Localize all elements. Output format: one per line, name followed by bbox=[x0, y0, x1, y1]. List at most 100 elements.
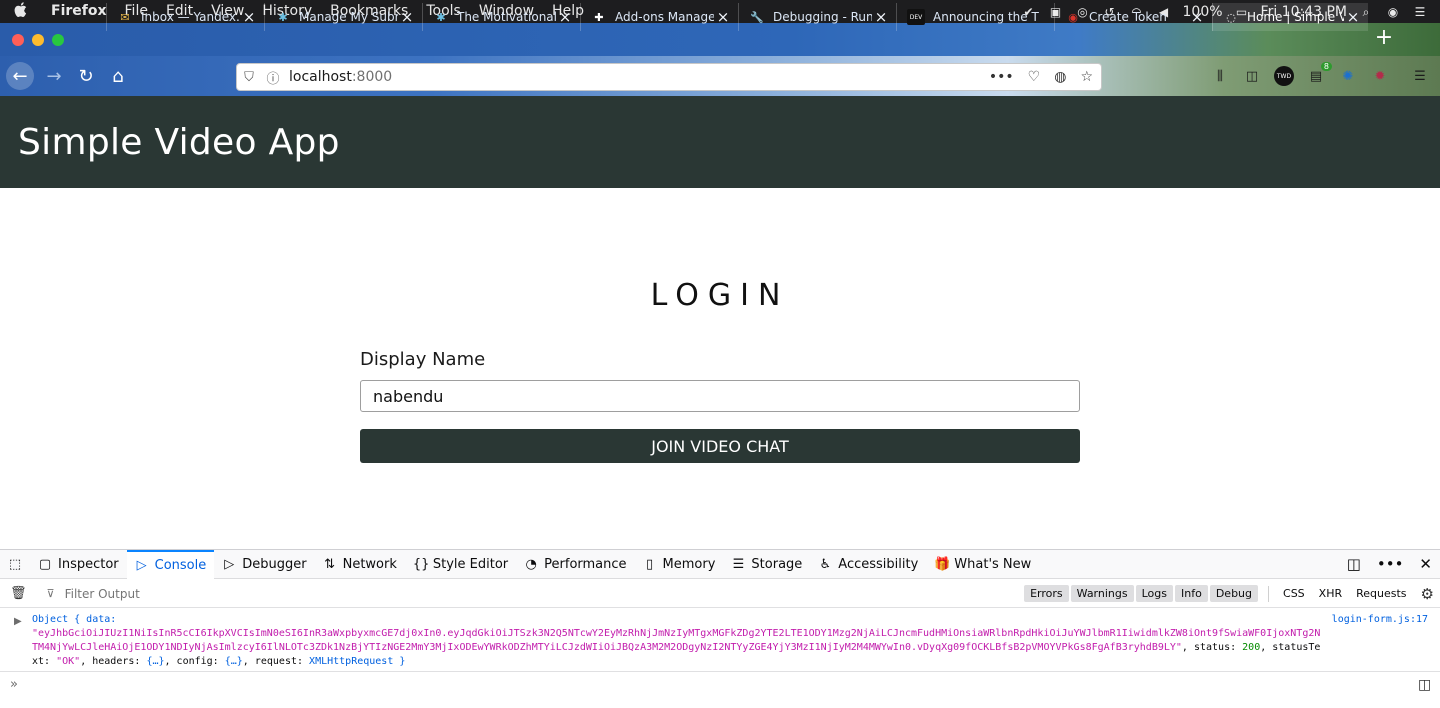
dev-logo-icon: DEV bbox=[907, 9, 925, 25]
performance-icon: ◔ bbox=[525, 556, 537, 572]
minimize-window-button[interactable] bbox=[32, 34, 44, 46]
devtools-toolbar-actions: ◫ ••• ✕ bbox=[1347, 555, 1440, 573]
filter-output-input[interactable] bbox=[64, 586, 365, 601]
element-picker-button[interactable]: ⬚ bbox=[0, 550, 30, 579]
console-input-prompt[interactable]: » bbox=[10, 677, 18, 692]
url-port: :8000 bbox=[351, 69, 393, 85]
tab-create-token[interactable]: ◉ Create Token × bbox=[1054, 3, 1212, 31]
console-settings-gear-icon[interactable]: ⚙ bbox=[1421, 585, 1434, 603]
tab-label: The Motivational T bbox=[457, 10, 556, 24]
tab-debugging-runtime[interactable]: 🔧 Debugging - Runti × bbox=[738, 3, 896, 31]
apple-icon[interactable] bbox=[14, 2, 42, 21]
filter-divider bbox=[1268, 585, 1270, 602]
console-message[interactable]: Object { data: "eyJhbGciOiJIUzI1NiIsInR5… bbox=[32, 613, 1322, 669]
bug-extension-icon[interactable]: ✹ bbox=[1370, 66, 1390, 86]
tab-motivational[interactable]: ✱ The Motivational T × bbox=[422, 3, 580, 31]
filter-warnings[interactable]: Warnings bbox=[1070, 585, 1134, 602]
url-text[interactable]: localhost:8000 bbox=[289, 69, 392, 85]
close-tab-icon[interactable]: × bbox=[240, 8, 258, 26]
pocket-icon[interactable]: ♡ bbox=[1028, 69, 1041, 85]
filter-debug[interactable]: Debug bbox=[1209, 585, 1259, 602]
forward-button[interactable]: → bbox=[40, 62, 68, 90]
sidebar-icon[interactable]: ◫ bbox=[1242, 66, 1262, 86]
log-config-value: {…} bbox=[224, 656, 243, 667]
tab-memory[interactable]: ▯ Memory bbox=[635, 550, 724, 579]
notification-center-icon[interactable]: ☰ bbox=[1412, 5, 1428, 19]
zoom-window-button[interactable] bbox=[52, 34, 64, 46]
tab-label: Debugger bbox=[242, 556, 307, 572]
tab-network[interactable]: ⇅ Network bbox=[315, 550, 405, 579]
close-tab-icon[interactable]: × bbox=[1344, 8, 1362, 26]
log-request-value: XMLHttpRequest } bbox=[309, 656, 406, 667]
join-video-chat-button[interactable]: JOIN VIDEO CHAT bbox=[360, 429, 1080, 463]
back-button[interactable]: ← bbox=[6, 62, 34, 90]
gift-icon: 🎁 bbox=[934, 556, 951, 572]
log-source-link[interactable]: login-form.js:17 bbox=[1332, 613, 1428, 627]
shield-icon[interactable]: ⛉ bbox=[237, 70, 261, 85]
info-icon[interactable]: ⓘ bbox=[261, 68, 285, 87]
filter-css[interactable]: CSS bbox=[1277, 585, 1311, 602]
trash-icon[interactable]: 🗑 bbox=[10, 586, 27, 601]
tab-whats-new[interactable]: 🎁 What's New bbox=[926, 550, 1039, 579]
filter-errors[interactable]: Errors bbox=[1024, 585, 1069, 602]
tab-addons-manager[interactable]: ✚ Add-ons Manager × bbox=[580, 3, 738, 31]
tab-counter-extension-icon[interactable]: ▤ 8 bbox=[1306, 62, 1332, 86]
tab-console[interactable]: ▷ Console bbox=[126, 549, 215, 579]
tab-home-simple-video[interactable]: ◌ Home | Simple Vi × bbox=[1212, 3, 1368, 31]
log-status-value: 200 bbox=[1242, 642, 1261, 653]
apple-logo-icon bbox=[14, 2, 27, 17]
tab-inbox[interactable]: ✉ Inbox — Yandex.M × bbox=[106, 3, 264, 31]
console-log-row: Object { data: "eyJhbGciOiJIUzI1NiIsInR5… bbox=[0, 610, 1440, 672]
close-tab-icon[interactable]: × bbox=[556, 8, 574, 26]
tab-label: Style Editor bbox=[432, 556, 509, 572]
react-devtools-icon[interactable]: ✺ bbox=[1338, 66, 1358, 86]
reload-icon: ↻ bbox=[78, 65, 94, 87]
tab-announcing[interactable]: DEV Announcing the T bbox=[896, 3, 1054, 31]
close-tab-icon[interactable]: × bbox=[1188, 8, 1206, 26]
menu-app-name[interactable]: Firefox bbox=[42, 0, 116, 23]
extension-icon[interactable]: ◍ bbox=[1054, 69, 1066, 85]
tab-label: Debugging - Runti bbox=[773, 10, 872, 24]
url-bar[interactable]: ⛉ ⓘ localhost:8000 ••• ♡ ◍ ☆ bbox=[236, 63, 1102, 91]
devtools-toolbar: ⬚ ▢ Inspector ▷ Console ▷ Debugger ⇅ Network… bbox=[0, 549, 1440, 579]
tab-label: Inbox — Yandex.M bbox=[141, 10, 240, 24]
close-tab-icon[interactable]: × bbox=[714, 8, 732, 26]
close-tab-icon[interactable]: × bbox=[398, 8, 416, 26]
home-button[interactable]: ⌂ bbox=[104, 62, 132, 90]
bookmark-star-icon[interactable]: ☆ bbox=[1080, 69, 1093, 85]
filter-requests[interactable]: Requests bbox=[1350, 585, 1412, 602]
twd-extension-icon[interactable]: TWD bbox=[1274, 66, 1294, 86]
new-tab-button[interactable]: + bbox=[1372, 27, 1396, 51]
filter-info[interactable]: Info bbox=[1175, 585, 1208, 602]
tab-performance[interactable]: ◔ Performance bbox=[516, 550, 634, 579]
tab-label: Memory bbox=[662, 556, 716, 572]
tab-inspector[interactable]: ▢ Inspector bbox=[30, 550, 127, 579]
page-actions-icon[interactable]: ••• bbox=[989, 69, 1014, 85]
tab-manage-submissions[interactable]: ✱ Manage My Submi × bbox=[264, 3, 422, 31]
twd-label: TWD bbox=[1276, 72, 1292, 80]
display-name-input[interactable] bbox=[360, 380, 1080, 412]
tab-debugger[interactable]: ▷ Debugger bbox=[214, 550, 314, 579]
devtools-menu-icon[interactable]: ••• bbox=[1377, 555, 1404, 573]
extension-badge: 8 bbox=[1320, 62, 1332, 71]
url-bar-actions: ••• ♡ ◍ ☆ bbox=[989, 69, 1101, 85]
split-console-icon[interactable]: ◫ bbox=[1418, 677, 1431, 693]
library-icon[interactable]: ⫼ bbox=[1210, 66, 1230, 86]
log-statustext-value: "OK" bbox=[56, 656, 81, 667]
hamburger-menu-icon[interactable]: ☰ bbox=[1410, 66, 1430, 86]
reload-button[interactable]: ↻ bbox=[72, 62, 100, 90]
close-tab-icon[interactable]: × bbox=[872, 8, 890, 26]
user-avatar-icon[interactable]: ◉ bbox=[1385, 5, 1401, 19]
tab-storage[interactable]: ☰ Storage bbox=[723, 550, 810, 579]
hashnode-icon: ✱ bbox=[436, 10, 446, 24]
tab-accessibility[interactable]: ♿ Accessibility bbox=[810, 550, 926, 579]
tab-style-editor[interactable]: {} Style Editor bbox=[405, 550, 516, 579]
tab-label: Network bbox=[342, 556, 397, 572]
close-devtools-icon[interactable]: ✕ bbox=[1419, 555, 1432, 573]
filter-xhr[interactable]: XHR bbox=[1313, 585, 1348, 602]
inspector-icon: ▢ bbox=[38, 556, 52, 572]
globe-icon: ◌ bbox=[1226, 10, 1236, 24]
filter-logs[interactable]: Logs bbox=[1135, 585, 1173, 602]
dock-side-icon[interactable]: ◫ bbox=[1347, 555, 1361, 573]
close-window-button[interactable] bbox=[12, 34, 24, 46]
